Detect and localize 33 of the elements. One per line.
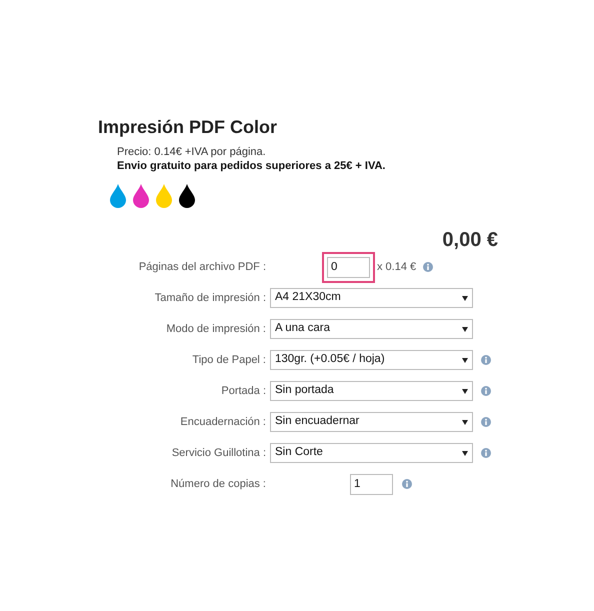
field-label: Páginas del archivo PDF :	[138, 260, 267, 275]
field-label: Tamaño de impresión :	[154, 290, 267, 306]
caret-icon	[462, 420, 468, 425]
info-icon[interactable]	[481, 386, 491, 396]
info-icon[interactable]	[481, 417, 491, 428]
select-field[interactable]: Sin portada	[270, 381, 473, 402]
select-field[interactable]: A una cara	[270, 319, 473, 340]
price-note: Precio: 0.14€ +IVA por página.	[117, 144, 267, 159]
info-icon[interactable]	[481, 448, 491, 458]
select-field[interactable]: 130gr. (+0.05€ / hoja)	[270, 350, 473, 370]
select-field[interactable]: Sin Corte	[270, 443, 473, 464]
unit-price: x 0.14 €	[377, 260, 416, 275]
caret-icon	[462, 296, 468, 301]
number-field[interactable]: 0	[327, 256, 370, 278]
total-price: 0,00 €	[441, 228, 498, 252]
field-label: Servicio Guillotina :	[170, 446, 267, 461]
caret-icon	[462, 388, 468, 394]
field-label: Tipo de Papel :	[191, 352, 267, 368]
info-icon[interactable]	[402, 479, 412, 490]
info-icon[interactable]	[423, 262, 434, 272]
field-label: Encuadernación :	[179, 414, 267, 430]
caret-icon	[462, 358, 468, 363]
select-field[interactable]: Sin encuadernar	[270, 412, 473, 432]
caret-icon	[462, 326, 468, 332]
select-field[interactable]: A4 21X30cm	[270, 288, 473, 308]
shipping-note: Envio gratuito para pedidos superiores a 25€ + IVA.	[117, 158, 386, 173]
number-field[interactable]: 1	[350, 474, 393, 495]
field-label: Número de copias :	[170, 476, 267, 492]
product-title: Impresión PDF Color	[98, 117, 278, 139]
field-label: Modo de impresión :	[165, 322, 267, 337]
field-label: Portada :	[220, 384, 267, 399]
caret-icon	[462, 450, 468, 456]
info-icon[interactable]	[481, 355, 491, 366]
